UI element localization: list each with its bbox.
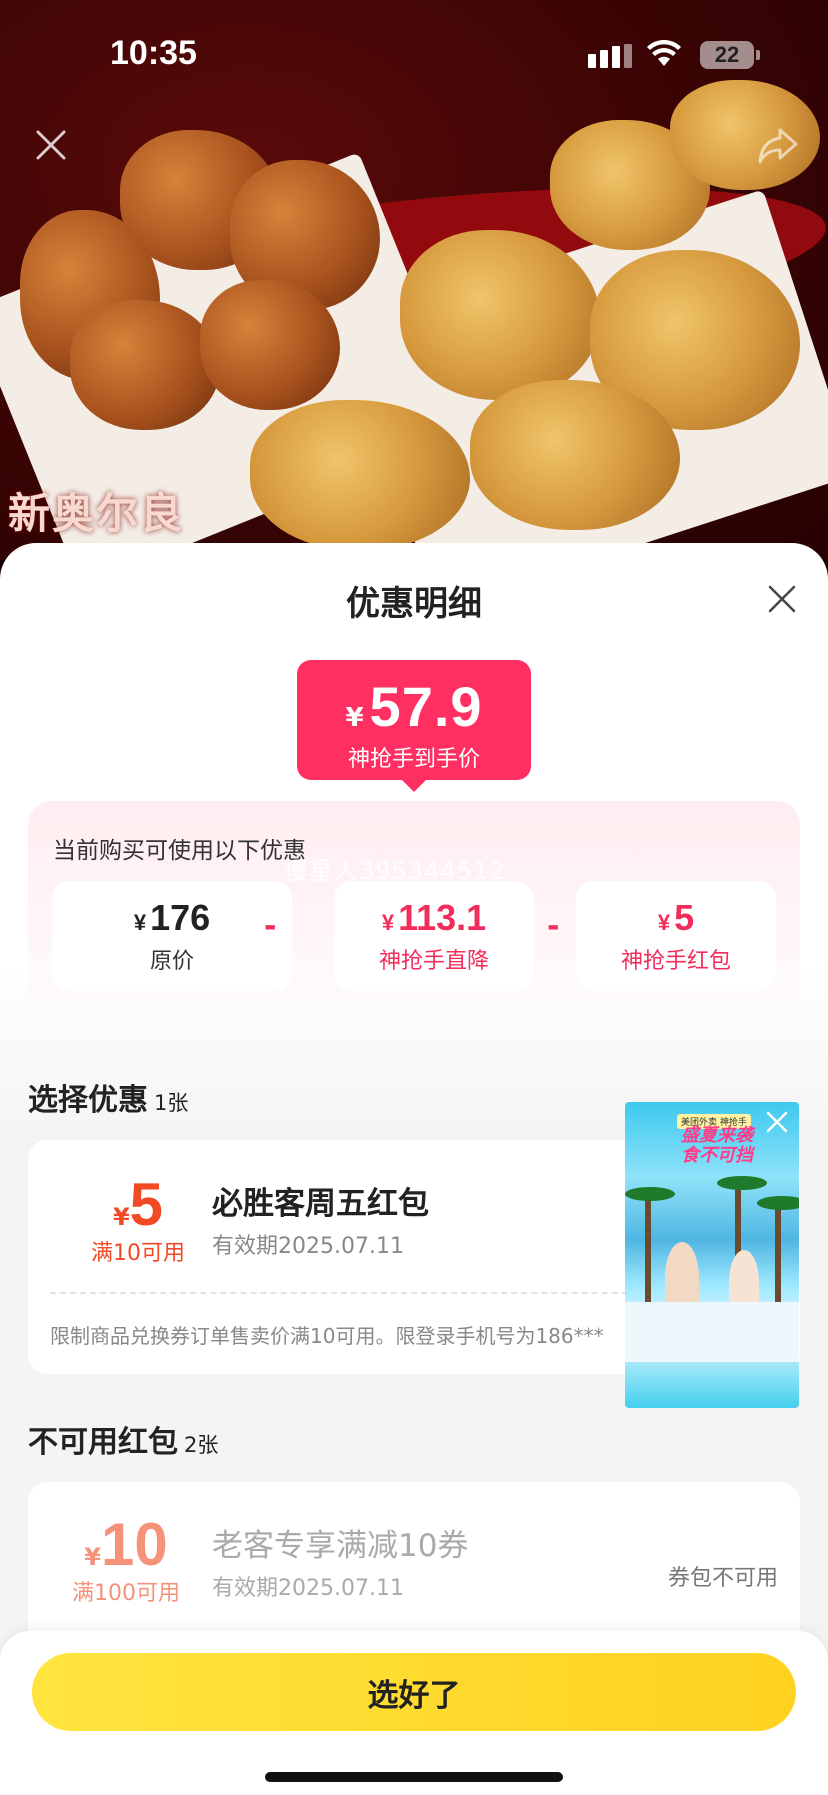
video-table <box>625 1302 799 1362</box>
palm-leaf <box>625 1187 675 1201</box>
hero-wing <box>70 300 220 430</box>
status-time: 10:35 <box>110 34 197 72</box>
palm-leaf <box>757 1196 799 1210</box>
currency-symbol: ¥ <box>657 910 671 935</box>
hero-brand-text: 新奥尔良 <box>8 489 185 538</box>
hero-wing <box>200 280 340 410</box>
original-price-value: 176 <box>150 897 211 938</box>
original-price-label: 原价 <box>149 949 194 974</box>
final-price-badge: ¥ 57.9 神抢手到手价 <box>297 660 531 792</box>
palm-leaf <box>717 1176 767 1190</box>
bottom-action-bar: 选好了 <box>0 1631 828 1795</box>
unavailable-heading: 不可用红包 2张 <box>28 1417 218 1461</box>
select-discount-title: 选择优惠 <box>28 1083 148 1118</box>
close-icon[interactable] <box>34 128 68 162</box>
minus-sign: - <box>264 909 277 944</box>
minus-sign: - <box>547 909 560 944</box>
coupon-amount-value: 10 <box>100 1511 168 1578</box>
sheet-close-icon[interactable] <box>764 581 800 617</box>
currency-symbol: ¥ <box>133 910 147 935</box>
share-icon[interactable] <box>758 126 798 164</box>
original-price-card: ¥176 原价 <box>52 881 292 991</box>
status-bar: 10:35 22 <box>0 0 828 110</box>
currency-symbol: ¥ <box>84 1543 101 1571</box>
red-packet-label: 神抢手红包 <box>620 949 731 974</box>
coupon-amount-value: 5 <box>129 1171 164 1238</box>
final-price-label: 神抢手到手价 <box>347 747 480 772</box>
direct-discount-card: ¥113.1 神抢手直降 <box>334 881 534 991</box>
coupon-condition: 满10可用 <box>91 1241 185 1266</box>
confirm-button[interactable]: 选好了 <box>32 1653 796 1731</box>
select-discount-heading: 选择优惠 1张 <box>28 1075 188 1119</box>
coupon-condition: 满100可用 <box>72 1581 180 1606</box>
wifi-icon <box>647 40 681 66</box>
coupon-name: 老客专享满减10券 <box>212 1528 469 1564</box>
floating-video-window[interactable]: 美团外卖 神抢手 盛夏来袭 食不可挡 <box>625 1102 799 1408</box>
currency-symbol: ¥ <box>381 910 395 935</box>
coupon-amount: ¥5 满10可用 <box>68 1170 208 1267</box>
unavailable-title: 不可用红包 <box>28 1425 178 1460</box>
final-price-value: 57.9 <box>369 675 483 738</box>
palm-tree <box>645 1192 651 1302</box>
battery-indicator: 22 <box>700 41 760 69</box>
sheet-title: 优惠明细 <box>346 584 482 624</box>
coupon-expiry: 有效期2025.07.11 <box>212 1234 404 1259</box>
home-indicator <box>265 1772 563 1782</box>
red-packet-card: ¥5 神抢手红包 <box>576 881 776 991</box>
coupon-expiry: 有效期2025.07.11 <box>212 1576 404 1601</box>
palm-tree <box>775 1202 781 1302</box>
coupon-name: 必胜客周五红包 <box>212 1186 429 1222</box>
direct-discount-label: 神抢手直降 <box>378 949 489 974</box>
video-headline-line2: 食不可挡 <box>681 1145 753 1166</box>
direct-discount-value: 113.1 <box>398 897 487 938</box>
cellular-signal-icon <box>588 44 632 68</box>
breakdown-title: 当前购买可使用以下优惠 <box>53 838 306 864</box>
coupon-amount: ¥10 满100可用 <box>56 1510 196 1607</box>
unavailable-count: 2张 <box>184 1433 219 1457</box>
currency-symbol: ¥ <box>345 703 364 733</box>
coupon-unavailable-tag: 券包不可用 <box>667 1566 778 1591</box>
video-close-icon[interactable] <box>763 1108 791 1136</box>
price-breakdown-panel: 当前购买可使用以下优惠 慢星人395344512 ¥176 原价 - ¥113.… <box>28 801 800 1021</box>
select-discount-count: 1张 <box>154 1091 189 1115</box>
currency-symbol: ¥ <box>112 1203 130 1231</box>
red-packet-value: 5 <box>674 897 695 938</box>
